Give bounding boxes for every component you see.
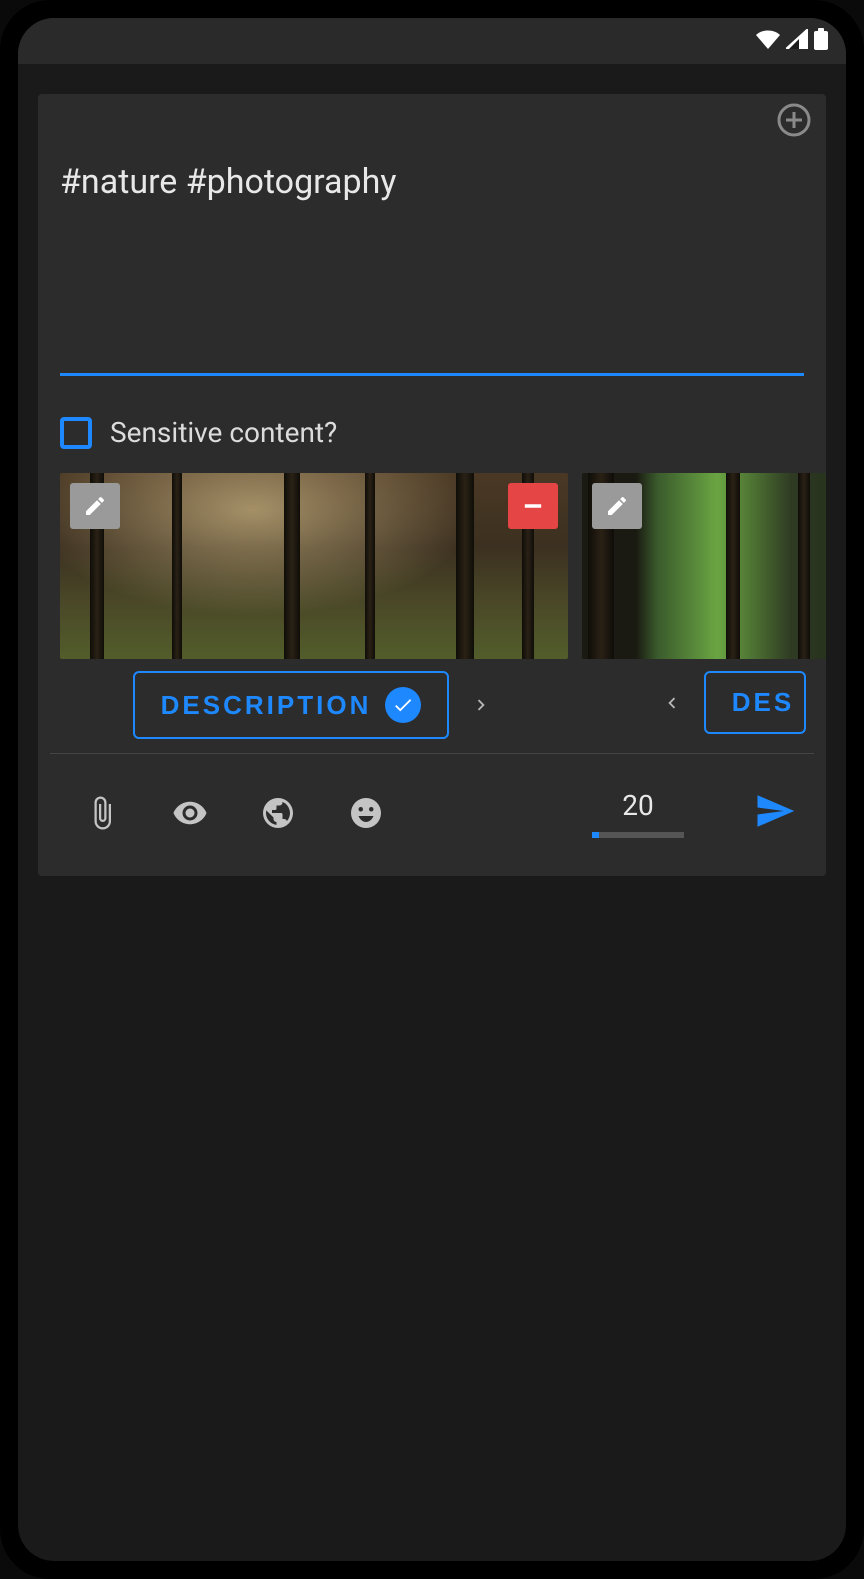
status-bar [18,18,846,64]
edit-media-button[interactable] [592,483,642,529]
globe-button[interactable] [234,795,322,831]
wifi-icon [756,29,780,53]
send-button[interactable] [744,784,806,842]
checkmark-icon [385,687,421,723]
media-item: DESCRIPTION [60,473,568,753]
description-button[interactable]: DES [704,671,806,734]
cell-signal-icon [786,29,808,53]
description-button-label: DESCRIPTION [161,690,372,721]
sensitive-checkbox[interactable] [60,417,92,449]
screen: Sensitive content? [18,18,846,1561]
char-count-value: 20 [622,789,653,822]
visibility-button[interactable] [146,795,234,831]
compose-text-input[interactable] [60,116,804,376]
attach-button[interactable] [58,795,146,831]
forest-image [60,473,568,659]
remove-media-button[interactable] [508,483,558,529]
char-counter: 20 [592,789,684,838]
media-thumbnail[interactable] [582,473,826,659]
next-media-button[interactable] [467,691,495,719]
battery-icon [814,28,828,54]
char-progress-bar [592,832,684,838]
description-button-label: DES [732,687,794,718]
description-button[interactable]: DESCRIPTION [133,671,450,739]
char-progress-fill [592,832,599,838]
media-thumbnail[interactable] [60,473,568,659]
sensitive-label: Sensitive content? [110,416,337,449]
compose-toolbar: 20 [38,754,826,876]
media-strip: DESCRIPTION [38,473,826,753]
prev-media-button[interactable] [658,689,686,717]
device-frame: Sensitive content? [0,0,864,1579]
compose-card: Sensitive content? [38,94,826,876]
media-item: DES [582,473,826,753]
add-button[interactable] [776,102,812,138]
emoji-button[interactable] [322,795,410,831]
edit-media-button[interactable] [70,483,120,529]
